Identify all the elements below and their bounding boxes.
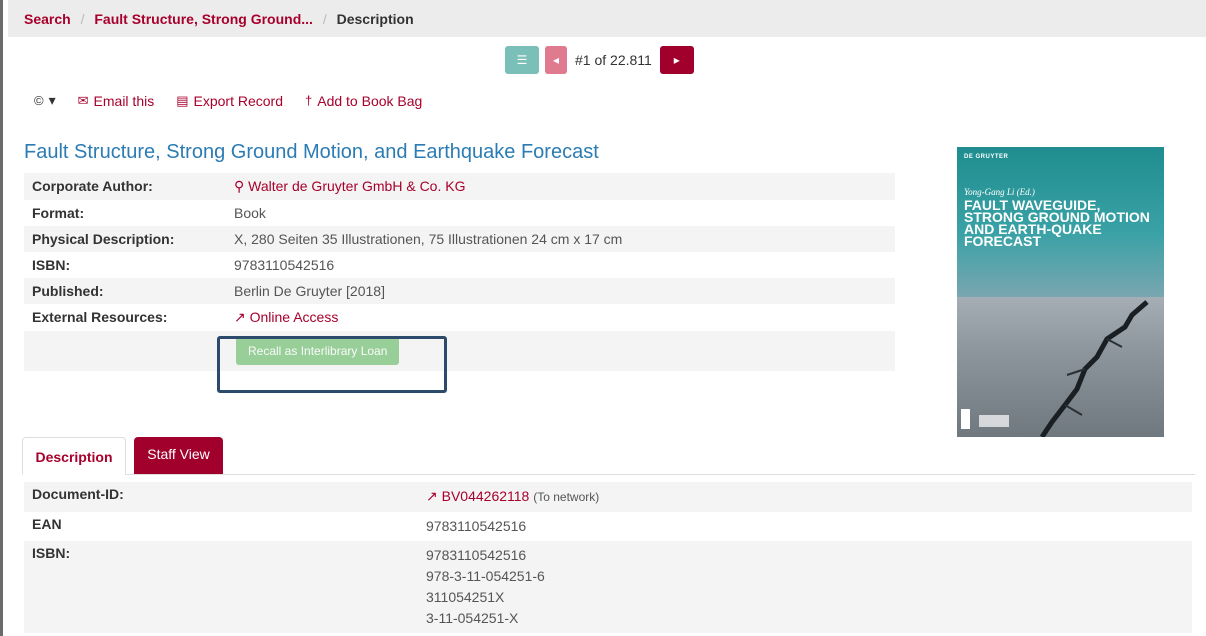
record-tabs: Description Staff View — [22, 437, 223, 475]
field-value: Berlin De Gruyter [2018] — [226, 278, 895, 304]
table-row: EAN 9783110542516 — [24, 512, 1192, 541]
breadcrumb-search-link[interactable]: Search — [24, 11, 71, 27]
field-value: 9783110542516 — [234, 257, 335, 273]
add-to-book-bag-link[interactable]: † Add to Book Bag — [305, 92, 422, 109]
isbn-value: 9783110542516 — [426, 547, 527, 563]
field-label — [24, 331, 226, 371]
field-label: ISBN: — [24, 541, 418, 633]
field-value: Book — [234, 205, 266, 221]
previous-record-button[interactable]: ◂ — [545, 46, 567, 74]
online-access-link[interactable]: ↗ Online Access — [234, 309, 338, 325]
external-link-icon: ↗ — [234, 309, 246, 325]
record-position: #1 of 22.811 — [575, 52, 652, 68]
cover-publisher: DE GRUYTER — [964, 154, 1009, 160]
tab-divider — [22, 474, 1195, 475]
field-label: EAN — [32, 516, 62, 532]
document-id-note: (To network) — [533, 490, 600, 504]
export-record-label: Export Record — [193, 92, 283, 109]
online-access-label: Online Access — [249, 309, 339, 325]
breadcrumb-separator: / — [322, 11, 327, 27]
chevron-left-icon: ◂ — [552, 53, 560, 67]
tab-staff-view[interactable]: Staff View — [134, 437, 223, 475]
add-to-book-bag-label: Add to Book Bag — [317, 92, 423, 109]
email-this-link[interactable]: ✉ Email this — [78, 92, 155, 109]
field-value: ⚲ Walter de Gruyter GmbH & Co. KG — [226, 173, 895, 200]
list-alt-icon: ▤ — [176, 92, 189, 108]
tab-description[interactable]: Description — [22, 437, 126, 475]
field-label: Published: — [24, 278, 226, 304]
envelope-icon: ✉ — [77, 92, 89, 108]
book-cover-image: DE GRUYTER Yong-Gang Li (Ed.) Fault Wave… — [957, 147, 1164, 437]
isbn-value: 978-3-11-054251-6 — [426, 568, 545, 584]
cover-title: Fault Waveguide, Strong Ground Motion an… — [964, 197, 1150, 249]
cite-dropdown[interactable]: © ▾ — [34, 92, 56, 109]
pushpin-icon: † — [305, 93, 313, 108]
next-record-button[interactable]: ▸ — [659, 46, 694, 74]
breadcrumb-record-link[interactable]: Fault Structure, Strong Ground... — [94, 11, 313, 27]
copyright-icon: © — [34, 93, 44, 108]
field-label: Format: — [32, 205, 85, 221]
field-value: 9783110542516 978-3-11-054251-6 31105425… — [418, 541, 1192, 633]
table-row: Published: Berlin De Gruyter [2018] — [24, 278, 895, 304]
isbn-value: 3-11-054251-X — [426, 610, 519, 626]
result-list-button[interactable]: ☰ — [505, 46, 539, 74]
document-id-label: BV044262118 — [441, 488, 530, 504]
record-title: Fault Structure, Strong Ground Motion, a… — [24, 141, 599, 163]
record-toolbar: © ▾ ✉ Email this ▤ Export Record † Add t… — [34, 92, 422, 109]
field-value: X, 280 Seiten 35 Illustrationen, 75 Illu… — [226, 226, 895, 252]
breadcrumb-separator: / — [80, 11, 85, 27]
table-row: ISBN: 9783110542516 — [24, 252, 895, 278]
record-details-table: Corporate Author: ⚲ Walter de Gruyter Gm… — [24, 173, 895, 371]
field-label: Document-ID: — [24, 482, 418, 512]
cover-author: Yong-Gang Li (Ed.) — [964, 187, 1035, 197]
field-value: ↗ BV044262118 (To network) — [418, 482, 1192, 512]
export-record-link[interactable]: ▤ Export Record — [176, 92, 283, 109]
external-link-icon: ↗ — [426, 488, 438, 504]
chevron-right-icon: ▸ — [673, 53, 680, 67]
table-row: Recall as Interlibrary Loan — [24, 331, 895, 371]
document-id-link[interactable]: ↗ BV044262118 — [426, 488, 529, 504]
list-icon: ☰ — [516, 53, 528, 67]
corporate-author-link[interactable]: ⚲ Walter de Gruyter GmbH & Co. KG — [234, 178, 465, 194]
field-value: 9783110542516 — [426, 518, 527, 534]
record-pager: ☰ ◂ #1 of 22.811 ▸ — [505, 46, 694, 74]
field-label: Corporate Author: — [24, 173, 226, 200]
isbn-value: 311054251X — [426, 589, 505, 605]
publisher-logo-icon — [961, 409, 970, 429]
description-table: Document-ID: ↗ BV044262118 (To network) … — [24, 482, 1192, 633]
table-row: ISBN: 9783110542516 978-3-11-054251-6 31… — [24, 541, 1192, 633]
field-value: ↗ Online Access — [226, 304, 895, 331]
table-row: External Resources: ↗ Online Access — [24, 304, 895, 331]
table-row: Document-ID: ↗ BV044262118 (To network) — [24, 482, 1192, 512]
table-row: Format: Book — [24, 200, 895, 226]
breadcrumb-current: Description — [336, 11, 414, 27]
field-label: External Resources: — [32, 309, 168, 325]
field-label: ISBN: — [32, 257, 71, 273]
field-label: Physical Description: — [24, 226, 226, 252]
corporate-author-label: Walter de Gruyter GmbH & Co. KG — [248, 178, 466, 194]
table-row: Corporate Author: ⚲ Walter de Gruyter Gm… — [24, 173, 895, 200]
email-this-label: Email this — [93, 92, 155, 109]
search-icon: ⚲ — [234, 178, 245, 194]
caret-down-icon: ▾ — [48, 92, 56, 108]
left-edge-rule — [0, 0, 3, 636]
breadcrumb: Search / Fault Structure, Strong Ground.… — [8, 0, 1206, 37]
table-row: Physical Description: X, 280 Seiten 35 I… — [24, 226, 895, 252]
highlight-annotation-box — [217, 336, 447, 393]
imprint-logo-icon — [979, 415, 1009, 427]
